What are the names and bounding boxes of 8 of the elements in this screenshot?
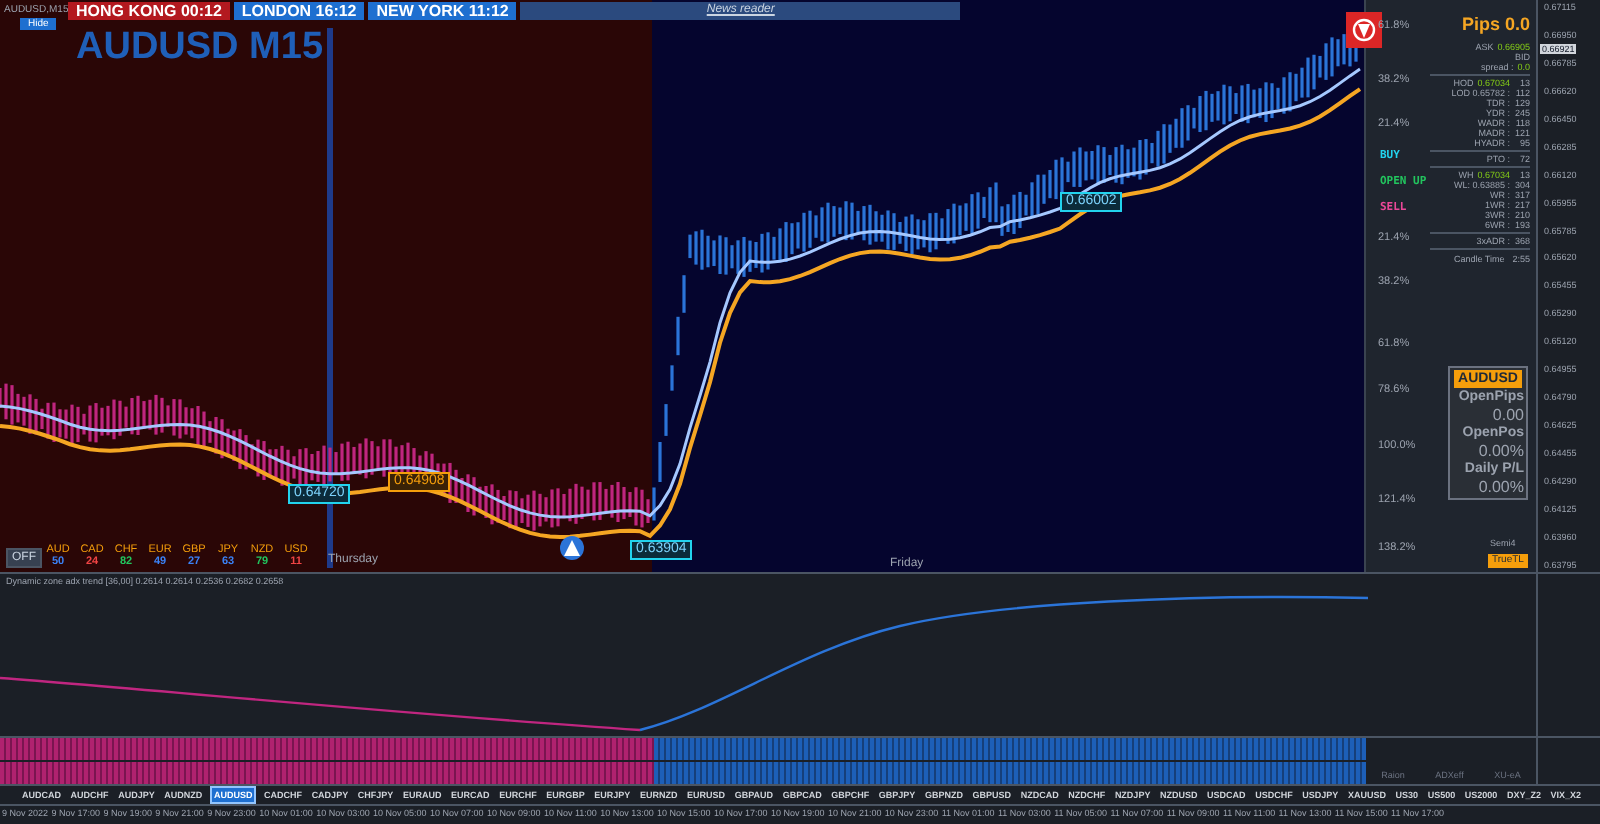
session-clock: LONDON 16:12 (233, 2, 365, 20)
account-stat-value: 0.00% (1478, 442, 1524, 460)
account-stat-value: 0.00 (1492, 406, 1524, 424)
session-clock: HONG KONG 00:12 (68, 2, 230, 20)
account-stat-value: 0.00% (1478, 478, 1524, 496)
session-clock: NEW YORK 11:12 (368, 2, 517, 20)
pips-label: Pips 0.0 (1461, 12, 1530, 38)
symbol-title: AUDUSD M15 (76, 28, 324, 66)
